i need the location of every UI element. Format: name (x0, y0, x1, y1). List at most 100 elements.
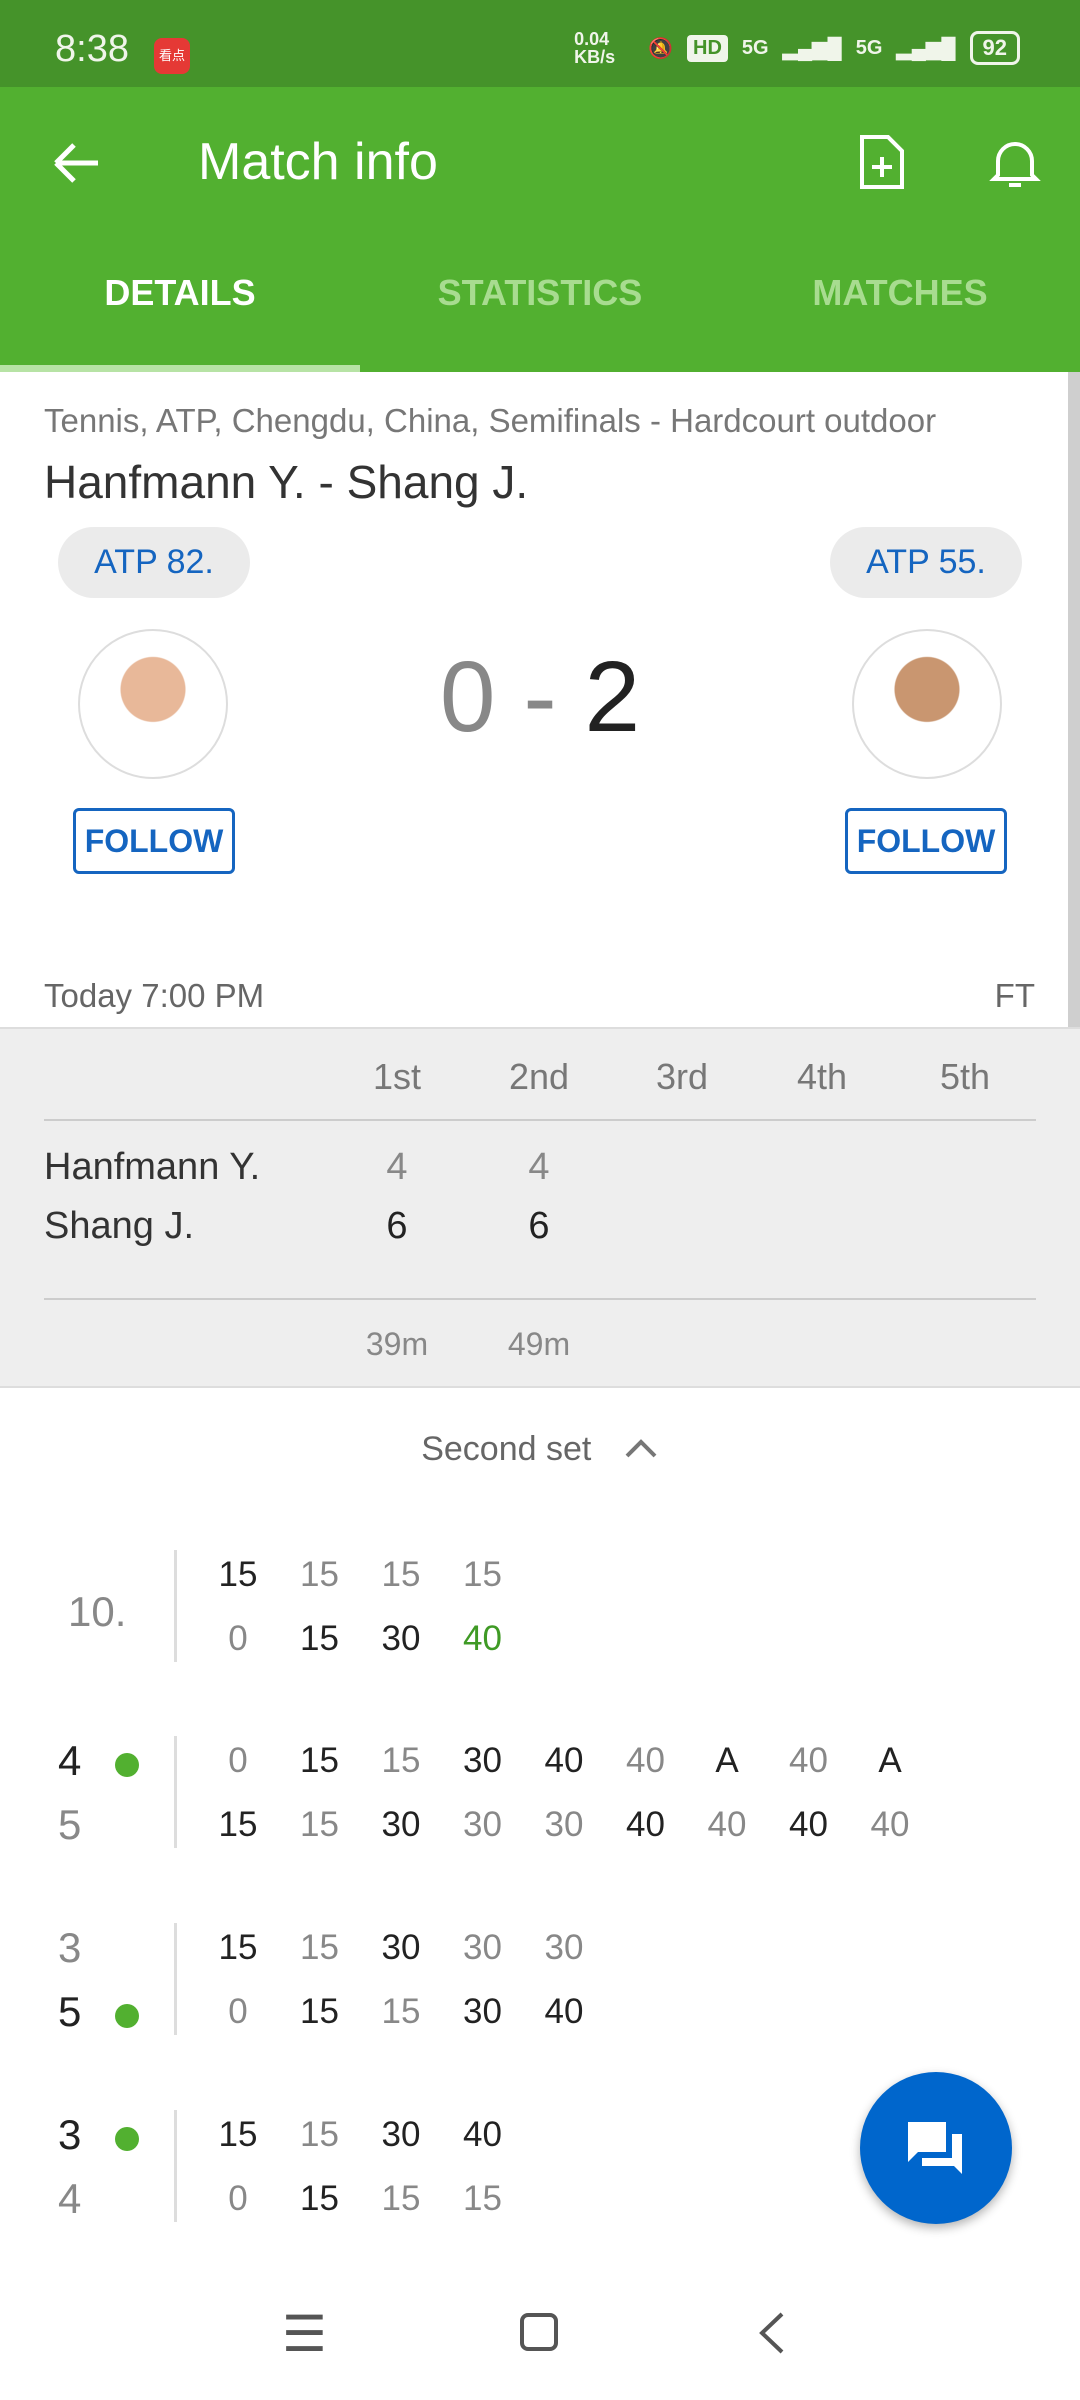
match-date: Today 7:00 PM (44, 977, 265, 1014)
home-rank-badge[interactable]: ATP 82. (58, 527, 250, 598)
away-player-avatar[interactable] (852, 629, 1002, 779)
signal-bars-icon: ▂▄▆█ (782, 37, 842, 60)
point-score: 15 (300, 1555, 339, 1594)
point-score: 40 (789, 1741, 828, 1780)
games-count: 5 (58, 1988, 82, 2035)
nav-back-icon[interactable] (756, 2310, 786, 2356)
match-score: 0 - 2 (340, 640, 740, 755)
point-score: 40 (463, 1619, 502, 1658)
set-selector[interactable]: Second set (0, 1430, 1080, 1469)
nav-menu-icon[interactable]: ☰ (282, 2305, 327, 2363)
point-score: 30 (544, 1928, 584, 1967)
clock: 8:38 (55, 28, 129, 70)
set-score: 6 (386, 1205, 408, 1247)
point-score: 40 (626, 1741, 665, 1780)
back-arrow-icon[interactable] (52, 141, 102, 185)
chat-icon (908, 2122, 962, 2174)
away-score: 2 (584, 641, 641, 753)
tab-statistics[interactable]: STATISTICS (360, 272, 720, 314)
game-divider (174, 1736, 177, 1848)
tab-details[interactable]: DETAILS (0, 272, 360, 314)
point-score: 15 (300, 1619, 339, 1658)
point-score: 30 (381, 1928, 421, 1967)
point-score: 15 (381, 1992, 421, 2031)
point-score: 0 (228, 1619, 248, 1658)
chevron-up-icon (625, 1439, 657, 1458)
point-score: 15 (381, 1741, 421, 1780)
score-separator: - (523, 641, 557, 753)
tab-matches[interactable]: MATCHES (720, 272, 1080, 314)
point-score: 30 (381, 1619, 421, 1658)
match-status: FT (994, 977, 1035, 1014)
point-score: 15 (300, 1741, 339, 1780)
point-score: 15 (300, 1805, 339, 1844)
status-bar: 8:38 看点 0.04 KB/s 🔕 HD 5G ▂▄▆█ 5G ▂▄▆█ 92 (0, 0, 1080, 87)
point-score: A (715, 1741, 739, 1780)
nav-home-icon[interactable] (520, 2313, 558, 2351)
point-score: 15 (463, 2179, 502, 2218)
set-label: Second set (421, 1430, 592, 1468)
point-score: 30 (463, 1928, 502, 1967)
signal-icon-1: 5G (741, 36, 769, 59)
point-score: A (878, 1741, 902, 1780)
point-score: 40 (870, 1805, 910, 1844)
player-name: Shang J. (44, 1205, 194, 1247)
sets-table: 1st 2nd 3rd 4th 5th Hanfmann Y. 4 4 Shang J. 6 6 39… (0, 1027, 1080, 1388)
server-indicator-icon (115, 2127, 139, 2151)
server-indicator-icon (115, 2004, 139, 2028)
point-score: 30 (381, 1805, 421, 1844)
set-score: 4 (386, 1146, 408, 1188)
app-bar: Match info DETAILS STATISTICS MATCHES (0, 87, 1080, 372)
set-header: 5th (939, 1056, 991, 1097)
follow-away-button[interactable]: FOLLOW (845, 808, 1007, 874)
point-score: 40 (626, 1805, 665, 1844)
set-duration: 39m (365, 1326, 429, 1362)
home-player-avatar[interactable] (78, 629, 228, 779)
set-header: 3rd (655, 1056, 709, 1097)
chat-fab-button[interactable] (860, 2072, 1012, 2224)
point-score: 15 (463, 1555, 502, 1594)
game-divider (174, 1550, 177, 1662)
games-count: 5 (58, 1801, 82, 1848)
notification-bell-icon[interactable] (988, 135, 1042, 191)
away-rank-badge[interactable]: ATP 55. (830, 527, 1022, 598)
point-score: 40 (544, 1741, 584, 1780)
point-score: 30 (381, 2115, 421, 2154)
games-count: 3 (58, 1924, 82, 1971)
breadcrumb: Tennis, ATP, Chengdu, China, Semifinals … (44, 402, 937, 439)
point-score: 15 (218, 1555, 258, 1594)
divider (44, 1119, 1036, 1121)
point-score: 30 (463, 1805, 502, 1844)
network-speed: 0.04 KB/s (574, 29, 616, 67)
point-score: 15 (218, 1928, 258, 1967)
follow-home-button[interactable]: FOLLOW (73, 808, 235, 874)
point-score: 0 (228, 1741, 248, 1780)
point-score: 30 (463, 1992, 502, 2031)
set-header: 4th (796, 1056, 848, 1097)
games-count: 3 (58, 2111, 82, 2158)
point-score: 15 (218, 2115, 258, 2154)
point-score: 15 (381, 1555, 421, 1594)
set-score: 6 (528, 1205, 550, 1247)
set-header: 2nd (508, 1056, 570, 1097)
point-score: 40 (463, 2115, 502, 2154)
mute-bell-icon: 🔕 (648, 37, 674, 60)
home-score: 0 (439, 641, 496, 753)
set-duration: 49m (507, 1326, 571, 1362)
page-title: Match info (198, 133, 438, 191)
player-name: Hanfmann Y. (44, 1146, 261, 1188)
match-title: Hanfmann Y. - Shang J. (44, 456, 529, 508)
app-notification-icon: 看点 (154, 38, 190, 74)
point-score: 15 (300, 1992, 339, 2031)
add-document-icon[interactable] (858, 133, 906, 191)
game-divider (174, 2110, 177, 2222)
server-indicator-icon (115, 1753, 139, 1777)
game-number: 10. (68, 1588, 127, 1635)
point-score: 40 (707, 1805, 747, 1844)
signal-icon-2: 5G (855, 36, 883, 59)
point-score: 40 (544, 1992, 584, 2031)
divider (44, 1298, 1036, 1300)
point-score: 30 (544, 1805, 584, 1844)
point-score: 15 (218, 1805, 258, 1844)
battery-icon: 92 (969, 31, 1020, 65)
